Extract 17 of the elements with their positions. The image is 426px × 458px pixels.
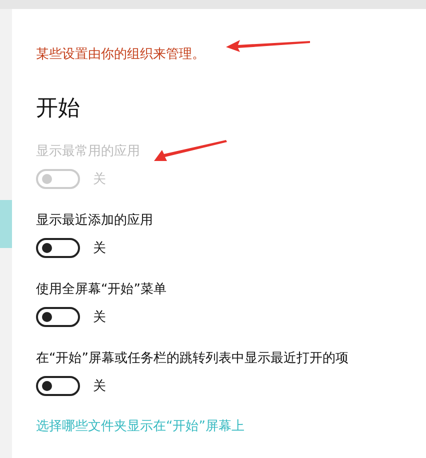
annotation-arrow-icon bbox=[226, 39, 312, 53]
folders-link[interactable]: 选择哪些文件夹显示在“开始”屏幕上 bbox=[36, 418, 244, 436]
toggle-switch[interactable] bbox=[36, 238, 80, 258]
managed-notice: 某些设置由你的组织来管理。 bbox=[36, 46, 205, 64]
setting-label: 显示最常用的应用 bbox=[36, 143, 140, 161]
toggle-state-label: 关 bbox=[93, 240, 106, 257]
toggle-switch[interactable] bbox=[36, 376, 80, 396]
toggle-state-label: 关 bbox=[93, 309, 106, 326]
setting-label: 在“开始”屏幕或任务栏的跳转列表中显示最近打开的项 bbox=[36, 350, 348, 368]
setting-label: 显示最近添加的应用 bbox=[36, 212, 153, 230]
toggle-state-label: 关 bbox=[93, 171, 106, 188]
nav-highlight bbox=[0, 200, 12, 248]
toggle-switch[interactable] bbox=[36, 307, 80, 327]
setting-label: 使用全屏幕“开始”菜单 bbox=[36, 281, 166, 299]
toggle-state-label: 关 bbox=[93, 378, 106, 395]
page-title: 开始 bbox=[36, 95, 81, 123]
annotation-arrow-icon bbox=[154, 140, 228, 162]
